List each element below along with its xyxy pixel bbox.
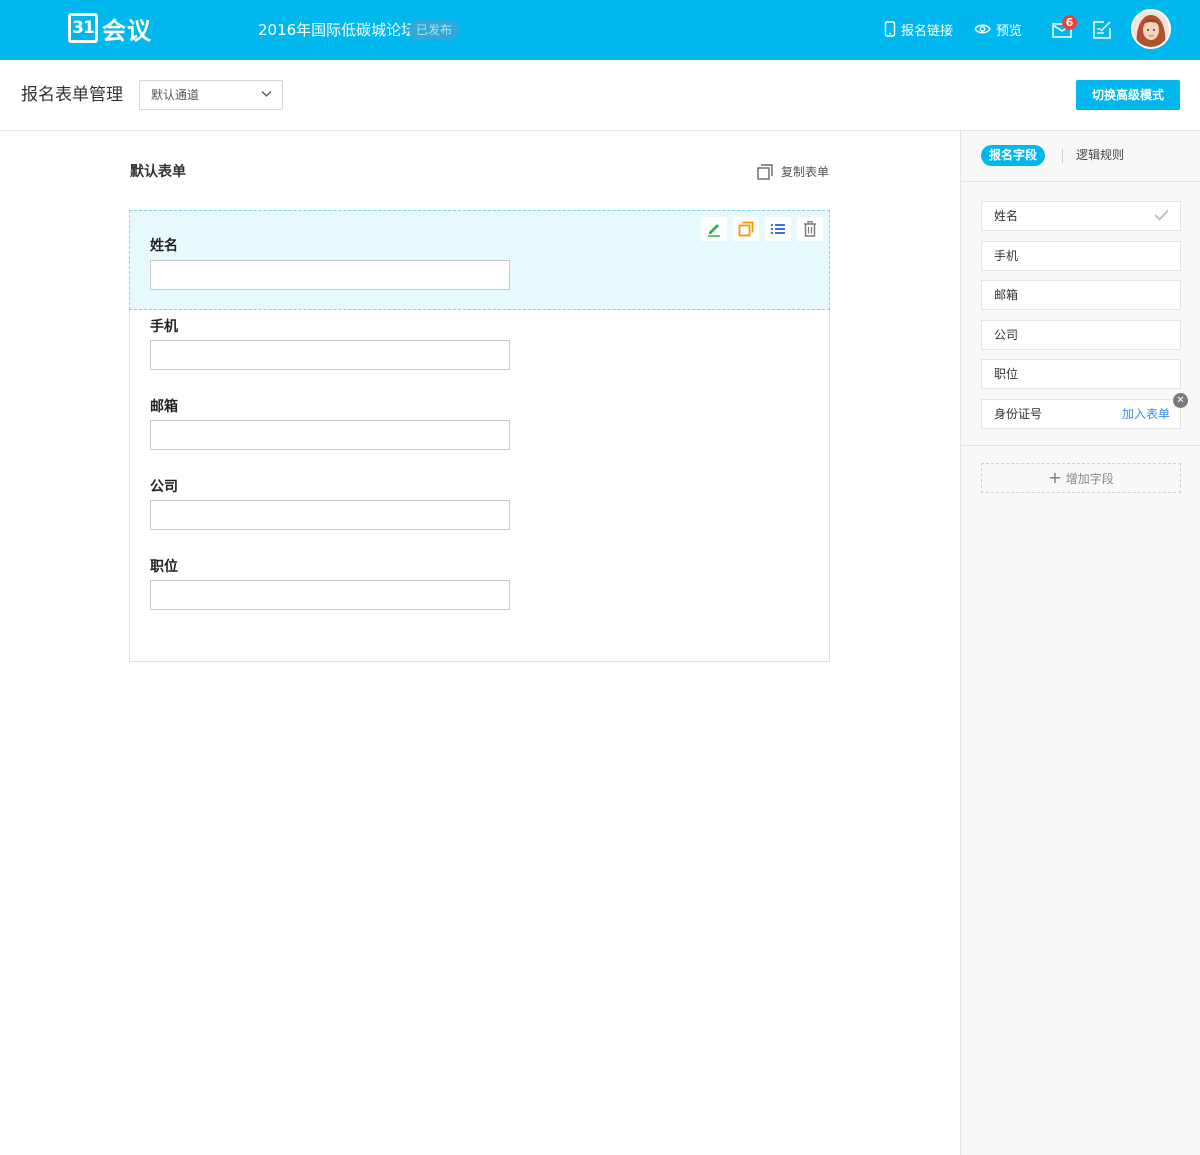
- notification-count-badge: 6: [1062, 15, 1077, 30]
- tab-divider: [1062, 149, 1063, 163]
- field-item-label: 手机: [994, 248, 1019, 263]
- notes-button[interactable]: [1090, 18, 1114, 42]
- edit-note-icon: [1093, 21, 1111, 39]
- field-item-name[interactable]: 姓名: [981, 201, 1181, 231]
- form-field-name[interactable]: 姓名: [129, 210, 830, 310]
- field-item-phone[interactable]: 手机: [981, 240, 1181, 271]
- plus-icon: +: [1048, 468, 1062, 487]
- field-label: 姓名: [150, 238, 178, 254]
- switch-advanced-mode-button[interactable]: 切换高级模式: [1076, 80, 1180, 110]
- event-title: 2016年国际低碳城论坛: [258, 21, 417, 39]
- field-toolbar: [695, 217, 823, 241]
- eye-icon: [974, 24, 991, 34]
- status-badge: 已发布: [409, 20, 460, 40]
- field-item-label: 邮箱: [994, 288, 1019, 303]
- top-bar: 31 会议 2016年国际低碳城论坛 已发布 报名链接 预览 6: [0, 0, 1200, 60]
- form-title: 默认表单: [130, 164, 186, 180]
- phone-icon: [884, 21, 896, 37]
- panel-divider: [961, 445, 1200, 446]
- pencil-icon: [708, 224, 720, 237]
- field-label: 手机: [150, 319, 178, 335]
- avatar[interactable]: [1131, 9, 1171, 49]
- field-label: 公司: [150, 479, 178, 495]
- panel-tabs: 报名字段 逻辑规则: [961, 131, 1200, 182]
- field-label: 邮箱: [150, 399, 178, 415]
- edit-field-button[interactable]: [701, 217, 727, 241]
- add-field-button[interactable]: + 增加字段: [981, 463, 1181, 493]
- logo[interactable]: 31 会议: [68, 12, 152, 45]
- delete-field-button[interactable]: [797, 217, 823, 241]
- duplicate-icon: [738, 221, 754, 237]
- user-avatar-image: [1133, 11, 1169, 47]
- copy-form-label: 复制表单: [781, 165, 830, 179]
- field-item-label: 公司: [994, 327, 1019, 342]
- logo-mark: 31: [68, 13, 98, 43]
- email-input[interactable]: [150, 420, 510, 450]
- checkmark-icon: [1154, 209, 1169, 221]
- tab-signup-fields[interactable]: 报名字段: [981, 145, 1046, 166]
- duplicate-field-button[interactable]: [733, 217, 759, 241]
- page-title: 报名表单管理: [21, 85, 123, 105]
- copy-form-button[interactable]: 复制表单: [757, 163, 829, 180]
- field-item-id-number[interactable]: 身份证号 加入表单 ✕: [981, 392, 1188, 429]
- page-header: 报名表单管理 默认通道 切换高级模式: [0, 60, 1200, 131]
- preview-label: 预览: [996, 23, 1023, 39]
- logo-text: 会议: [102, 16, 152, 45]
- form-canvas: 姓名 手机 邮箱 公司 职位: [129, 210, 830, 662]
- tab-logic-rules[interactable]: 逻辑规则: [1076, 145, 1124, 166]
- add-to-form-link[interactable]: 加入表单: [1122, 400, 1170, 428]
- add-field-label: 增加字段: [1065, 472, 1114, 486]
- company-input[interactable]: [150, 500, 510, 530]
- list-icon: [771, 224, 785, 234]
- channel-select[interactable]: 默认通道: [139, 80, 283, 110]
- field-item-label: 姓名: [994, 209, 1019, 223]
- field-label: 职位: [150, 559, 178, 575]
- field-panel: 报名字段 逻辑规则 姓名 手机 邮箱 公司 职位 身份证号 加入表单 ✕ + 增加…: [960, 131, 1200, 1155]
- chevron-down-icon: [261, 91, 272, 97]
- form-field-phone[interactable]: 手机: [130, 311, 829, 391]
- preview-button[interactable]: 预览: [974, 18, 1022, 40]
- close-icon[interactable]: ✕: [1173, 392, 1188, 408]
- position-input[interactable]: [150, 580, 510, 610]
- signup-link-button[interactable]: 报名链接: [884, 18, 953, 40]
- form-field-position[interactable]: 职位: [130, 551, 829, 631]
- field-item-email[interactable]: 邮箱: [981, 280, 1181, 311]
- field-item-company[interactable]: 公司: [981, 319, 1181, 350]
- field-item-label: 职位: [994, 367, 1019, 382]
- signup-link-label: 报名链接: [901, 23, 954, 39]
- form-field-email[interactable]: 邮箱: [130, 391, 829, 471]
- copy-icon: [757, 163, 773, 180]
- phone-input[interactable]: [150, 340, 510, 370]
- channel-select-value: 默认通道: [151, 88, 200, 102]
- field-options-button[interactable]: [765, 217, 791, 241]
- field-item-position[interactable]: 职位: [981, 359, 1181, 390]
- name-input[interactable]: [150, 260, 510, 290]
- field-item-label: 身份证号: [994, 406, 1043, 421]
- trash-icon: [804, 221, 816, 237]
- available-field-list: 姓名 手机 邮箱 公司 职位 身份证号 加入表单 ✕: [981, 201, 1188, 439]
- form-field-company[interactable]: 公司: [130, 471, 829, 551]
